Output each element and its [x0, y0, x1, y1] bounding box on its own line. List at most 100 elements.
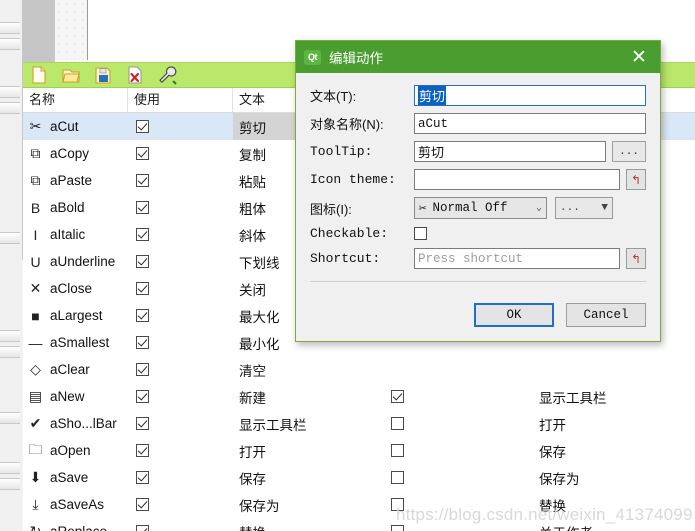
cell-text: 新建	[239, 390, 266, 406]
used-checkbox[interactable]	[136, 471, 149, 484]
shortcut-reset-icon[interactable]: ↰	[626, 248, 646, 269]
new-document-icon: ▤	[28, 388, 43, 404]
ok-button[interactable]: OK	[474, 303, 554, 327]
used-checkbox[interactable]	[136, 201, 149, 214]
used-checkbox[interactable]	[136, 255, 149, 268]
icon-state-combobox[interactable]: ✂ Normal Off ⌄	[414, 197, 547, 219]
dock-tab-mark[interactable]	[0, 462, 20, 474]
checkable-checkbox[interactable]	[414, 227, 427, 240]
used-checkbox[interactable]	[136, 282, 149, 295]
used-checkbox[interactable]	[136, 336, 149, 349]
used-checkbox[interactable]	[136, 417, 149, 430]
open-folder-icon[interactable]	[61, 65, 81, 85]
dock-tab-mark[interactable]	[0, 330, 20, 342]
used-checkbox-secondary[interactable]	[391, 417, 404, 430]
cell-used-secondary	[383, 383, 533, 410]
dock-tab-mark[interactable]	[0, 478, 20, 490]
dock-tab-mark[interactable]	[0, 102, 20, 114]
copy-icon: ⧉	[30, 145, 41, 161]
icon-label: 图标(I):	[310, 201, 352, 217]
action-name-label: aClear	[50, 362, 90, 377]
cell-used	[128, 140, 233, 167]
icon-browse-dropdown[interactable]: ... ▼	[555, 197, 613, 219]
used-checkbox[interactable]	[136, 120, 149, 133]
icon-state-value: Normal Off	[432, 201, 508, 215]
icon-theme-reset-icon[interactable]: ↰	[626, 169, 646, 190]
cell-name: ⧉ aCopy	[23, 140, 128, 167]
object-name-label: 对象名称(N):	[310, 117, 384, 132]
scissors-icon: ✂	[419, 202, 427, 216]
underline-icon: U	[30, 253, 41, 270]
used-checkbox-secondary[interactable]	[391, 444, 404, 457]
used-checkbox[interactable]	[136, 363, 149, 376]
tooltip-browse-button[interactable]: ...	[612, 141, 646, 162]
used-checkbox[interactable]	[136, 498, 149, 511]
action-name-label: aCut	[50, 119, 79, 134]
refresh-icon: ↻	[29, 523, 42, 531]
dock-tab-mark[interactable]	[0, 86, 20, 98]
action-name-label: aReplace	[50, 524, 107, 531]
table-row[interactable]: 🗀 aOpen 打开 保存	[23, 437, 695, 464]
table-row[interactable]: ▤ aNew 新建 显示工具栏	[23, 383, 695, 410]
column-header-name[interactable]: 名称	[23, 88, 128, 112]
delete-icon[interactable]	[125, 65, 145, 85]
download-arrow-icon: ⬇	[29, 469, 42, 485]
close-icon[interactable]: ✕	[618, 41, 660, 73]
action-name-label: aClose	[50, 281, 93, 296]
cell-text: 保存	[239, 471, 266, 487]
dock-tab-mark[interactable]	[0, 412, 20, 424]
used-checkbox[interactable]	[136, 228, 149, 241]
minimize-dash-icon: —	[28, 334, 43, 351]
cell-name: ↻ aReplace	[23, 518, 128, 531]
used-checkbox[interactable]	[136, 390, 149, 403]
dialog-title-bar[interactable]: Qt 编辑动作 ✕	[296, 41, 660, 73]
used-checkbox[interactable]	[136, 147, 149, 160]
wrench-icon[interactable]	[157, 65, 177, 85]
cancel-button[interactable]: Cancel	[566, 303, 646, 327]
cell-used	[128, 464, 233, 491]
text-field-label: 文本(T):	[310, 89, 357, 104]
dock-tab-mark[interactable]	[0, 22, 20, 34]
edit-action-dialog: Qt 编辑动作 ✕ 文本(T): 剪切 对象名称(N): aCut ToolTi…	[295, 40, 661, 342]
checkable-label: Checkable:	[310, 226, 389, 241]
used-checkbox[interactable]	[136, 309, 149, 322]
table-row[interactable]: ◇ aClear 清空	[23, 356, 695, 383]
used-checkbox[interactable]	[136, 174, 149, 187]
dock-tab-mark[interactable]	[0, 232, 20, 244]
cell-used	[128, 248, 233, 275]
open-folder-icon: 🗀	[28, 440, 43, 457]
action-name-label: aSave	[50, 470, 89, 485]
tooltip-input[interactable]: 剪切	[414, 141, 606, 162]
dock-tab-mark[interactable]	[0, 38, 20, 50]
table-row[interactable]: ⬇ aSave 保存 保存为	[23, 464, 695, 491]
action-name-label: aOpen	[50, 443, 91, 458]
dock-tab-mark[interactable]	[0, 346, 20, 358]
icon-theme-input[interactable]	[414, 169, 620, 190]
shortcut-input[interactable]: Press shortcut	[414, 248, 620, 269]
cell-used	[128, 302, 233, 329]
used-checkbox[interactable]	[136, 525, 149, 531]
cell-text-secondary: 保存为	[539, 471, 580, 487]
used-checkbox[interactable]	[136, 444, 149, 457]
text-field-input[interactable]: 剪切	[414, 85, 646, 106]
icon-browse-label: ...	[560, 202, 580, 214]
cell-used	[128, 518, 233, 531]
cell-used-secondary	[383, 410, 533, 437]
cell-used-secondary	[383, 464, 533, 491]
table-row[interactable]: ✔ aSho...lBar 显示工具栏 打开	[23, 410, 695, 437]
used-checkbox-secondary[interactable]	[391, 525, 404, 531]
used-checkbox-secondary[interactable]	[391, 471, 404, 484]
new-file-icon[interactable]	[29, 65, 49, 85]
save-icon[interactable]	[93, 65, 113, 85]
object-name-input[interactable]: aCut	[414, 113, 646, 134]
canvas-ruler	[55, 0, 88, 60]
cell-name: ■ aLargest	[23, 302, 128, 329]
action-name-label: aBold	[50, 200, 85, 215]
cell-text: 清空	[239, 363, 266, 379]
column-header-used[interactable]: 使用	[128, 88, 233, 112]
shortcut-label: Shortcut:	[310, 251, 381, 266]
icon-theme-label: Icon theme:	[310, 172, 396, 187]
cell-text: 显示工具栏	[239, 417, 307, 433]
used-checkbox-secondary[interactable]	[391, 390, 404, 403]
cell-text: 保存为	[239, 498, 280, 514]
